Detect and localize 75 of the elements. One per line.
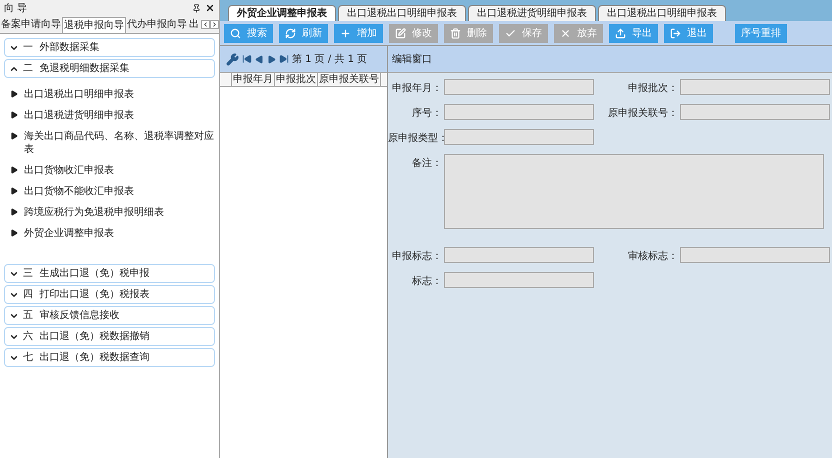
search-icon xyxy=(230,28,241,38)
exit-icon xyxy=(670,28,681,38)
guide-item[interactable]: 出口货物不能收汇申报表 xyxy=(24,185,134,198)
notes-field[interactable] xyxy=(444,154,824,229)
triangle-icon xyxy=(10,208,18,216)
input-field[interactable] xyxy=(444,129,594,145)
input-field[interactable] xyxy=(444,104,594,120)
next-page-icon[interactable] xyxy=(267,54,276,64)
section-title: 三 生成出口退（免）税申报 xyxy=(23,266,150,281)
upload-icon xyxy=(615,28,626,38)
field-label: 申报标志： xyxy=(391,250,442,264)
field-label: 审核标志： xyxy=(627,250,678,264)
guide-item[interactable]: 出口退税出口明细申报表 xyxy=(24,88,134,101)
field-label: 标志： xyxy=(411,274,442,289)
wrench-icon[interactable] xyxy=(226,52,239,66)
check-icon xyxy=(505,28,516,38)
section-title: 五 审核反馈信息接收 xyxy=(23,308,120,323)
accordion-header[interactable]: 五 审核反馈信息接收 xyxy=(4,306,215,325)
edit-icon xyxy=(395,28,406,38)
document-tab[interactable]: 出口退税出口明细申报表 xyxy=(598,5,726,21)
field-label: 备注： xyxy=(411,156,442,171)
pin-icon[interactable] xyxy=(192,4,201,12)
triangle-icon xyxy=(10,90,18,98)
panel-title: 向 导 xyxy=(4,2,28,16)
scroll-right-icon[interactable] xyxy=(210,20,219,29)
input-field[interactable] xyxy=(680,104,830,120)
section-title: 二 免退税明细数据采集 xyxy=(23,62,130,76)
accordion-header[interactable]: 二 免退税明细数据采集 xyxy=(4,59,215,78)
trash-icon xyxy=(450,28,461,38)
guide-item[interactable]: 出口货物收汇申报表 xyxy=(24,164,114,177)
accordion-header[interactable]: 三 生成出口退（免）税申报 xyxy=(4,264,215,283)
guide-item[interactable]: 海关出口商品代码、名称、退税率调整对应表 xyxy=(24,130,215,156)
input-field[interactable] xyxy=(680,247,830,263)
input-field[interactable] xyxy=(444,247,594,263)
accordion-header[interactable]: 六 出口退（免）税数据撤销 xyxy=(4,327,215,346)
close-icon[interactable] xyxy=(205,3,215,13)
input-field[interactable] xyxy=(444,79,594,95)
field-label: 申报批次： xyxy=(627,82,678,96)
document-tab[interactable]: 出口退税进货明细申报表 xyxy=(468,5,596,21)
triangle-icon xyxy=(10,229,18,237)
column-header[interactable]: 原申报关联号 xyxy=(318,73,381,86)
triangle-icon xyxy=(10,111,18,119)
refresh-icon xyxy=(285,28,296,38)
field-label: 原申报类型： xyxy=(388,132,442,146)
first-page-icon[interactable] xyxy=(242,54,252,64)
field-label: 申报年月： xyxy=(391,82,442,96)
plus-icon xyxy=(340,28,351,38)
guide-item[interactable]: 外贸企业调整申报表 xyxy=(24,227,114,240)
column-header[interactable]: 申报年月 xyxy=(232,73,275,86)
section-title: 四 打印出口退（免）税报表 xyxy=(23,288,150,302)
accordion-header[interactable]: 一 外部数据采集 xyxy=(4,38,215,57)
scroll-left-icon[interactable] xyxy=(201,20,210,29)
document-tab[interactable]: 出口退税出口明细申报表 xyxy=(338,5,466,21)
triangle-icon xyxy=(10,187,18,195)
section-title: 六 出口退（免）税数据撤销 xyxy=(23,330,150,344)
field-label: 序号： xyxy=(411,106,442,121)
page-indicator: 第 1 页 / 共 1 页 xyxy=(292,52,368,66)
previous-page-icon[interactable] xyxy=(255,54,264,64)
close-icon xyxy=(560,28,571,38)
column-header[interactable]: 申报批次 xyxy=(275,73,318,86)
panel-tab[interactable]: 退税申报向导 xyxy=(62,17,126,33)
last-page-icon[interactable] xyxy=(279,54,289,64)
input-field[interactable] xyxy=(680,79,830,95)
input-field[interactable] xyxy=(444,272,594,288)
guide-item[interactable]: 跨境应税行为免退税申报明细表 xyxy=(24,206,164,219)
document-tab[interactable]: 外贸企业调整申报表 xyxy=(228,5,336,21)
accordion-header[interactable]: 七 出口退（免）税数据查询 xyxy=(4,348,215,367)
accordion-header[interactable]: 四 打印出口退（免）税报表 xyxy=(4,285,215,304)
section-title: 一 外部数据采集 xyxy=(23,40,100,55)
triangle-icon xyxy=(10,132,18,140)
section-title: 七 出口退（免）税数据查询 xyxy=(23,350,150,365)
panel-title: 编辑窗口 xyxy=(392,52,432,66)
field-label: 原申报关联号： xyxy=(607,106,678,121)
guide-item[interactable]: 出口退税进货明细申报表 xyxy=(24,109,134,122)
triangle-icon xyxy=(10,166,18,174)
